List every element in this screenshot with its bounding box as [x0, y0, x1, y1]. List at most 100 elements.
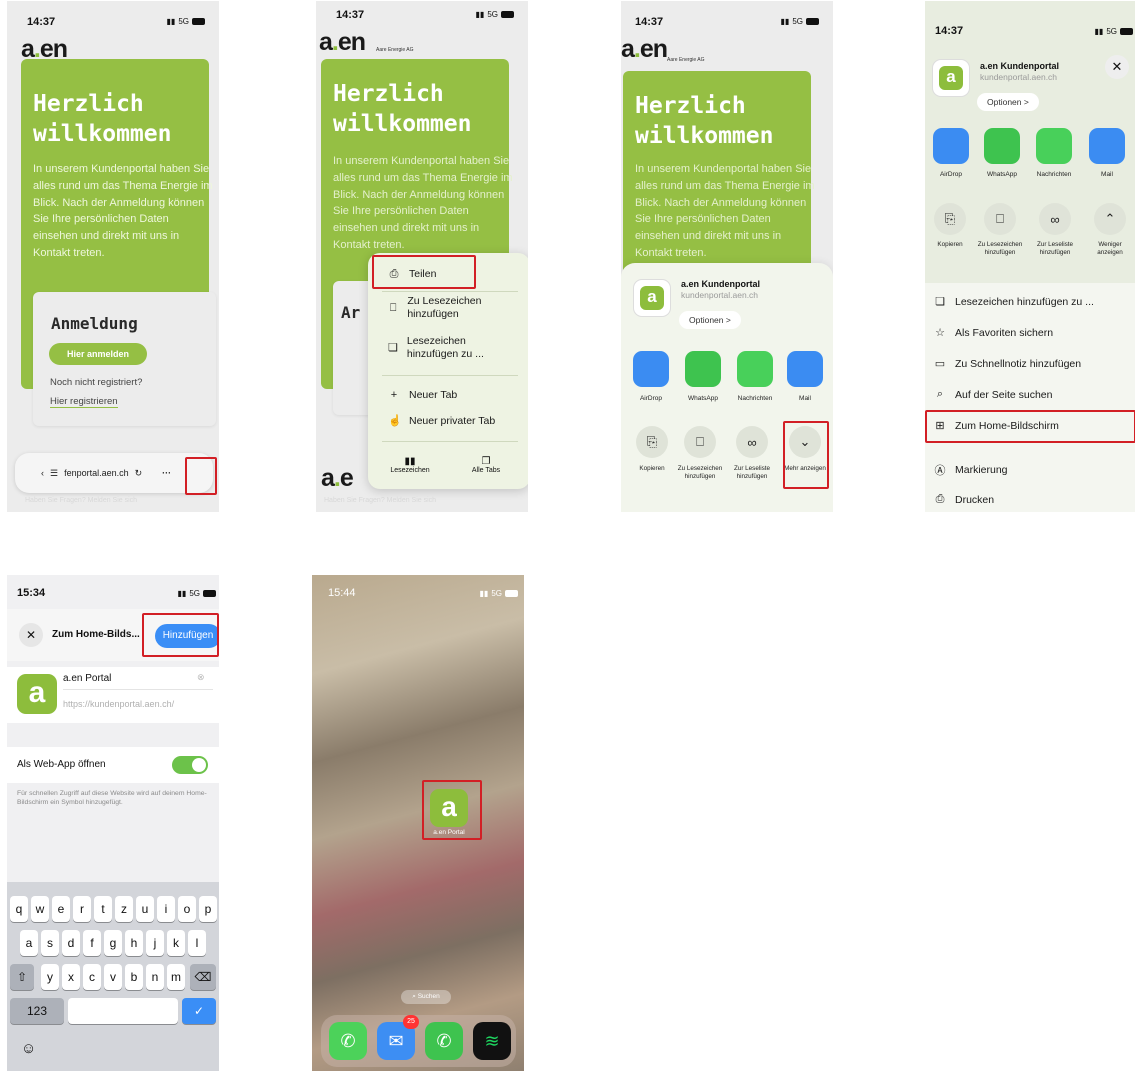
register-link[interactable]: Hier registrieren [50, 396, 118, 408]
signal-icon: ▮▮ [1094, 27, 1104, 36]
glasses-icon[interactable]: ∞ [736, 426, 768, 458]
key-l[interactable]: l [188, 930, 206, 956]
clear-icon[interactable]: ⊗ [197, 672, 205, 683]
menu-add-bookmark[interactable]: ⎕ Zu Lesezeichen hinzufügen [388, 295, 518, 321]
reader-icon[interactable]: ☰ [50, 468, 58, 479]
add-home-header: ✕ Zum Home-Bilds... Hinzufügen [7, 609, 219, 661]
menu-bookmarks[interactable]: ▮▮ Lesezeichen [388, 456, 432, 474]
key-r[interactable]: r [73, 896, 91, 922]
spotify-icon[interactable]: ≋ [473, 1022, 511, 1060]
airdrop-icon[interactable] [933, 128, 969, 164]
key-m[interactable]: m [167, 964, 185, 990]
signal-icon: ▮▮ [177, 589, 187, 598]
options-button[interactable]: Optionen > [977, 93, 1039, 111]
mail-icon[interactable] [1089, 128, 1125, 164]
key-y[interactable]: y [41, 964, 59, 990]
messages-icon[interactable] [737, 351, 773, 387]
webapp-toggle[interactable] [172, 756, 208, 774]
key-c[interactable]: c [83, 964, 101, 990]
list-markup[interactable]: Ⓐ Markierung [933, 462, 1008, 478]
key-h[interactable]: h [125, 930, 143, 956]
key-a[interactable]: a [20, 930, 38, 956]
menu-all-tabs[interactable]: ❐ Alle Tabs [464, 456, 508, 474]
menu-new-private-tab[interactable]: ☝ Neuer privater Tab [388, 415, 495, 428]
key-s[interactable]: s [41, 930, 59, 956]
key-p[interactable]: p [199, 896, 217, 922]
close-icon[interactable]: ✕ [19, 623, 43, 647]
highlight-more-button [185, 457, 217, 495]
bookmark-icon[interactable]: ⎕ [984, 203, 1016, 235]
key-g[interactable]: g [104, 930, 122, 956]
key-z[interactable]: z [115, 896, 133, 922]
whatsapp-icon[interactable] [984, 128, 1020, 164]
dock: ✆ ✉ 25 ✆ ≋ [321, 1015, 516, 1067]
login-title: Ar [341, 303, 361, 322]
hero-title: Herzlich willkommen [333, 81, 472, 137]
markup-icon: Ⓐ [934, 465, 946, 477]
status-icons: ▮▮ 5G [476, 10, 514, 19]
key-t[interactable]: t [94, 896, 112, 922]
list-quick-note[interactable]: ▭ Zu Schnellnotiz hinzufügen [933, 357, 1081, 371]
add-home-title: Zum Home-Bilds... [52, 629, 140, 640]
whatsapp-icon[interactable]: ✆ [425, 1022, 463, 1060]
glasses-icon[interactable]: ∞ [1039, 203, 1071, 235]
key-i[interactable]: i [157, 896, 175, 922]
key-f[interactable]: f [83, 930, 101, 956]
back-icon[interactable]: ‹ [41, 468, 44, 478]
login-card: Anmeldung Hier anmelden Noch nicht regis… [33, 292, 216, 426]
app-label-whatsapp: WhatsApp [987, 171, 1017, 178]
key-e[interactable]: e [52, 896, 70, 922]
emoji-icon[interactable]: ☺ [21, 1040, 36, 1057]
key-u[interactable]: u [136, 896, 154, 922]
copy-icon[interactable]: ⎘ [636, 426, 668, 458]
options-button[interactable]: Optionen > [679, 311, 741, 329]
brand-logo[interactable]: a.en [21, 37, 68, 62]
key-x[interactable]: x [62, 964, 80, 990]
done-key[interactable]: ✓ [182, 998, 216, 1024]
safari-url-bar[interactable]: ‹ ☰ fenportal.aen.ch ↻ ··· [15, 453, 213, 493]
backspace-key[interactable]: ⌫ [190, 964, 216, 990]
reload-icon[interactable]: ↻ [135, 468, 143, 479]
list-find-on-page[interactable]: ⌕ Auf der Seite suchen [933, 388, 1053, 401]
key-j[interactable]: j [146, 930, 164, 956]
signal-icon: ▮▮ [166, 17, 176, 26]
key-n[interactable]: n [146, 964, 164, 990]
numbers-key[interactable]: 123 [10, 998, 64, 1024]
action-less: Weniger anzeigen [1097, 241, 1123, 256]
search-icon: ⌕ [412, 993, 416, 1000]
messages-icon[interactable] [1036, 128, 1072, 164]
key-o[interactable]: o [178, 896, 196, 922]
bookmark-icon[interactable]: ⎕ [684, 426, 716, 458]
menu-add-bookmark-to[interactable]: ❏ Lesezeichen hinzufügen zu ... [388, 335, 518, 361]
action-copy: Kopieren [937, 241, 963, 248]
key-k[interactable]: k [167, 930, 185, 956]
battery-icon [203, 590, 216, 597]
space-key[interactable] [68, 998, 178, 1024]
close-icon[interactable]: ✕ [1105, 55, 1129, 79]
login-button[interactable]: Hier anmelden [49, 343, 147, 365]
copy-icon[interactable]: ⎘ [934, 203, 966, 235]
key-q[interactable]: q [10, 896, 28, 922]
url-text[interactable]: fenportal.aen.ch [64, 468, 129, 478]
list-add-bookmark-to[interactable]: ❏ Lesezeichen hinzufügen zu ... [933, 295, 1094, 309]
phone-icon[interactable]: ✆ [329, 1022, 367, 1060]
name-input[interactable]: a.en Portal [63, 673, 111, 684]
key-d[interactable]: d [62, 930, 80, 956]
whatsapp-icon[interactable] [685, 351, 721, 387]
shift-key[interactable]: ⇧ [10, 964, 34, 990]
airdrop-icon[interactable] [633, 351, 669, 387]
brand-logo[interactable]: a.en [621, 37, 668, 62]
menu-new-tab[interactable]: + Neuer Tab [388, 389, 457, 402]
chevron-up-icon[interactable]: ⌃ [1094, 203, 1126, 235]
list-print[interactable]: ⎙ Drucken [933, 493, 995, 506]
status-icons: ▮▮ 5G [167, 17, 205, 26]
search-pill[interactable]: ⌕ Suchen [401, 990, 451, 1004]
key-w[interactable]: w [31, 896, 49, 922]
more-icon[interactable]: ··· [162, 468, 171, 478]
footer-text: Haben Sie Fragen? Melden Sie sich [324, 497, 437, 504]
key-b[interactable]: b [125, 964, 143, 990]
key-v[interactable]: v [104, 964, 122, 990]
brand-logo[interactable]: a.en [319, 30, 366, 55]
list-favorites[interactable]: ☆ Als Favoriten sichern [933, 326, 1053, 340]
mail-icon[interactable] [787, 351, 823, 387]
